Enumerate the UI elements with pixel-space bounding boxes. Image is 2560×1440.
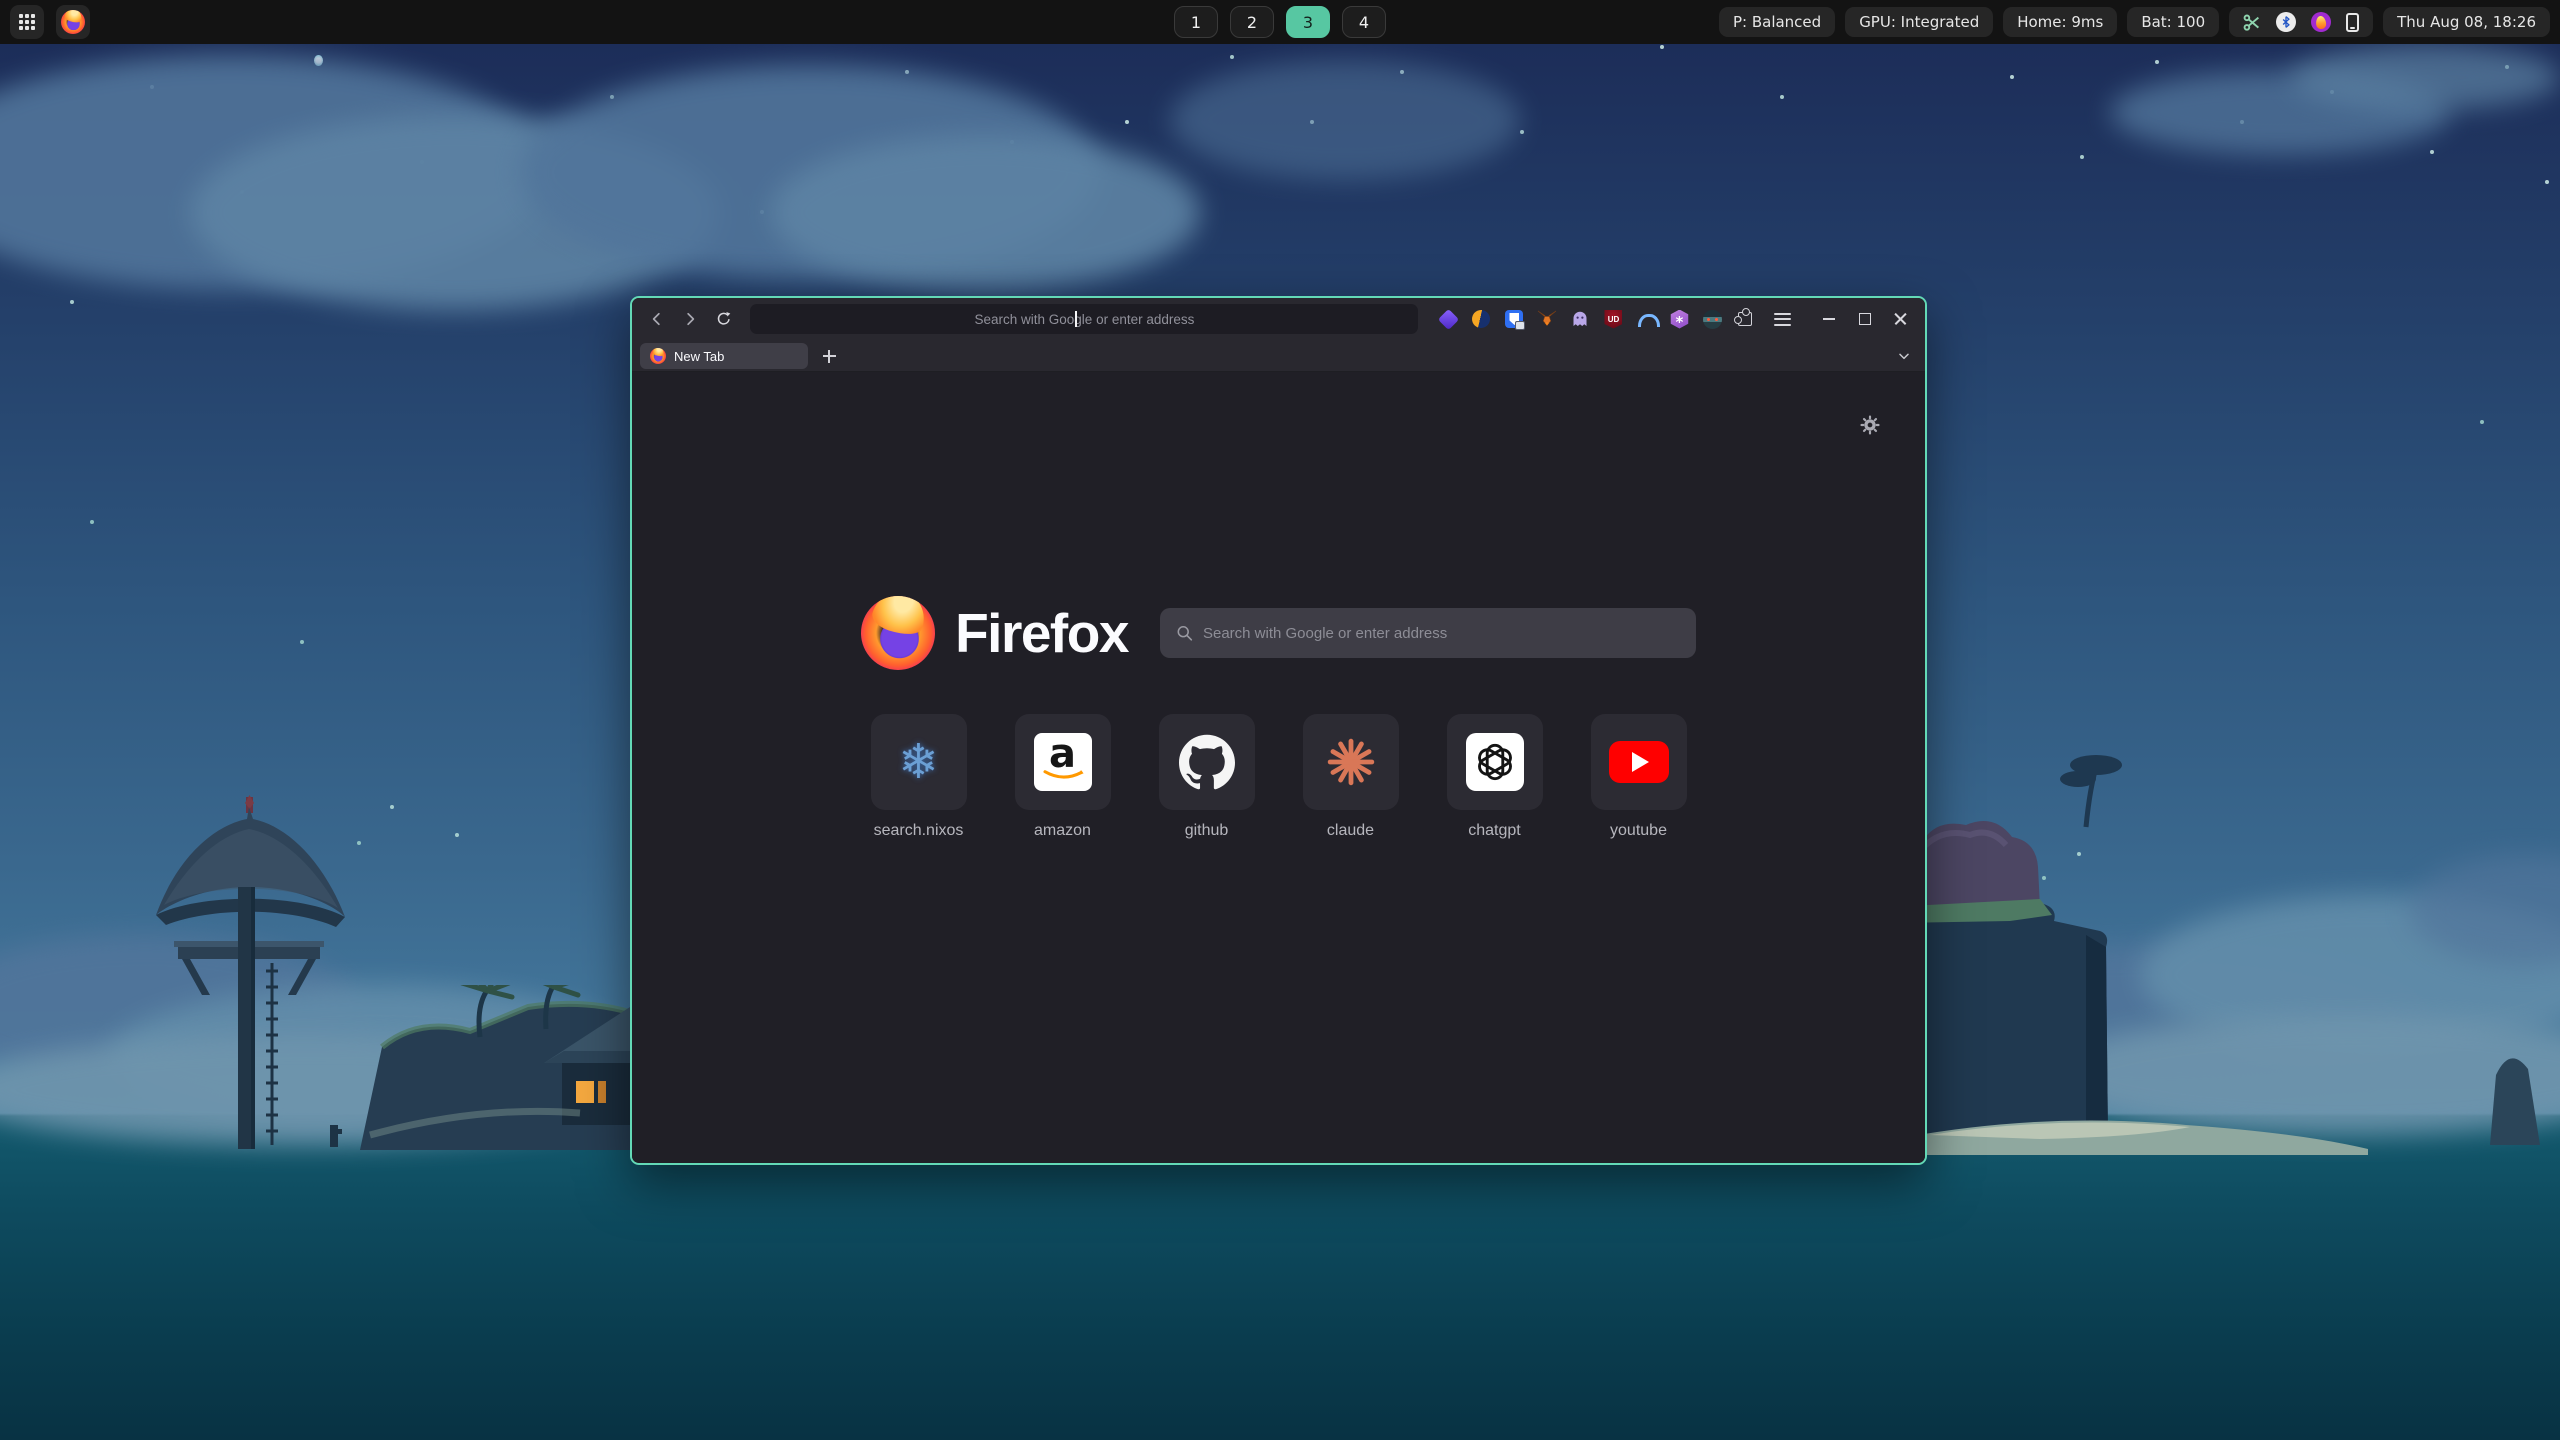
app-menu-button[interactable] [1774, 313, 1791, 326]
forward-button[interactable] [675, 304, 704, 334]
shortcut-label: search.nixos [874, 822, 964, 840]
cloud [770, 135, 1200, 290]
power-profile-pill[interactable]: P: Balanced [1719, 7, 1835, 37]
dark-reader-icon[interactable] [1471, 309, 1491, 329]
github-octocat-icon [1179, 734, 1235, 790]
system-tray [2229, 7, 2373, 37]
shortcut-search-nixos[interactable]: ❄ search.nixos [871, 714, 967, 840]
back-button[interactable] [642, 304, 671, 334]
new-tab-button[interactable] [816, 343, 842, 369]
personalize-gear-icon[interactable] [1859, 414, 1881, 436]
workspace-switcher: 1 2 3 4 [1174, 6, 1386, 38]
shortcut-github[interactable]: github [1159, 714, 1255, 840]
search-icon [1176, 624, 1193, 642]
clock[interactable]: Thu Aug 08, 18:26 [2383, 7, 2550, 37]
nixos-snowflake-icon: ❄ [898, 738, 938, 786]
text-caret [1075, 311, 1077, 327]
firefox-wordmark: Firefox [955, 601, 1128, 665]
workspace-4[interactable]: 4 [1342, 6, 1386, 38]
shortcut-tiles: ❄ search.nixos a amazon github [632, 714, 1925, 840]
cloud [2290, 45, 2560, 110]
tab-title: New Tab [674, 349, 724, 364]
workspace-1[interactable]: 1 [1174, 6, 1218, 38]
ping-pill[interactable]: Home: 9ms [2003, 7, 2117, 37]
workspace-2[interactable]: 2 [1230, 6, 1274, 38]
tab-list-dropdown[interactable] [1891, 343, 1917, 369]
layers-diamond-icon[interactable] [1438, 309, 1458, 329]
extension-buttons: UD * [1438, 309, 1722, 329]
newtab-hero: Firefox [632, 596, 1925, 670]
shortcut-label: claude [1327, 822, 1374, 840]
openai-knot-icon [1466, 733, 1524, 791]
amazon-icon: a [1034, 733, 1092, 791]
firefox-launcher-button[interactable] [56, 5, 90, 39]
app-grid-icon [19, 14, 35, 30]
ghost-icon[interactable] [1570, 309, 1590, 329]
urlbar[interactable]: Search with Google or enter address [750, 304, 1418, 334]
metamask-fox-icon[interactable] [1537, 309, 1557, 329]
bluetooth-icon[interactable] [2276, 12, 2296, 32]
watchtower-silhouette [150, 795, 350, 1150]
cloud [1170, 60, 1520, 180]
tab-bar: New Tab [632, 340, 1925, 372]
blue-arc-icon[interactable] [1636, 309, 1656, 329]
youtube-play-icon [1609, 741, 1669, 783]
firefox-icon [61, 10, 85, 34]
minimize-button[interactable] [1815, 305, 1843, 333]
shortcut-youtube[interactable]: youtube [1591, 714, 1687, 840]
phone-icon[interactable] [2346, 13, 2359, 32]
firefox-window: Search with Google or enter address UD [630, 296, 1927, 1165]
firefox-logo [861, 596, 935, 670]
urlbar-placeholder: Search with Google or enter address [975, 312, 1195, 327]
new-tab-page: Firefox ❄ search.nixos a [632, 372, 1925, 1163]
gpu-pill[interactable]: GPU: Integrated [1845, 7, 1993, 37]
close-button[interactable] [1887, 305, 1915, 333]
shortcut-label: github [1185, 822, 1229, 840]
shortcut-label: youtube [1610, 822, 1667, 840]
workspace-3-active[interactable]: 3 [1286, 6, 1330, 38]
extensions-puzzle-icon[interactable] [1738, 312, 1752, 326]
shortcut-amazon[interactable]: a amazon [1015, 714, 1111, 840]
battery-pill[interactable]: Bat: 100 [2127, 7, 2219, 37]
newtab-search-input[interactable] [1203, 625, 1680, 642]
window-controls [1815, 305, 1915, 333]
firefox-favicon [650, 348, 666, 364]
cliff-beach-silhouette [1890, 755, 2370, 1155]
claude-starburst-icon [1326, 737, 1376, 787]
firefox-flame-icon[interactable] [2311, 12, 2331, 32]
app-launcher-button[interactable] [10, 5, 44, 39]
masked-face-icon[interactable] [1702, 309, 1722, 329]
rock-silhouette [2470, 1035, 2560, 1145]
shortcut-claude[interactable]: claude [1303, 714, 1399, 840]
status-bar: 1 2 3 4 P: Balanced GPU: Integrated Home… [0, 0, 2560, 44]
navigation-toolbar: Search with Google or enter address UD [632, 298, 1925, 340]
maximize-button[interactable] [1851, 305, 1879, 333]
tab-new-tab[interactable]: New Tab [640, 343, 808, 369]
password-shield-lock-icon[interactable] [1504, 309, 1524, 329]
shortcut-chatgpt[interactable]: chatgpt [1447, 714, 1543, 840]
shortcut-label: amazon [1034, 822, 1091, 840]
shield-ud-badge: UD [1608, 315, 1620, 324]
shield-ud-icon[interactable]: UD [1603, 309, 1623, 329]
shortcut-label: chatgpt [1468, 822, 1520, 840]
newtab-search-bar[interactable] [1160, 608, 1696, 658]
reload-button[interactable] [709, 304, 738, 334]
network-scissors-icon[interactable] [2243, 14, 2261, 31]
hexagon-asterisk-icon[interactable]: * [1669, 309, 1689, 329]
